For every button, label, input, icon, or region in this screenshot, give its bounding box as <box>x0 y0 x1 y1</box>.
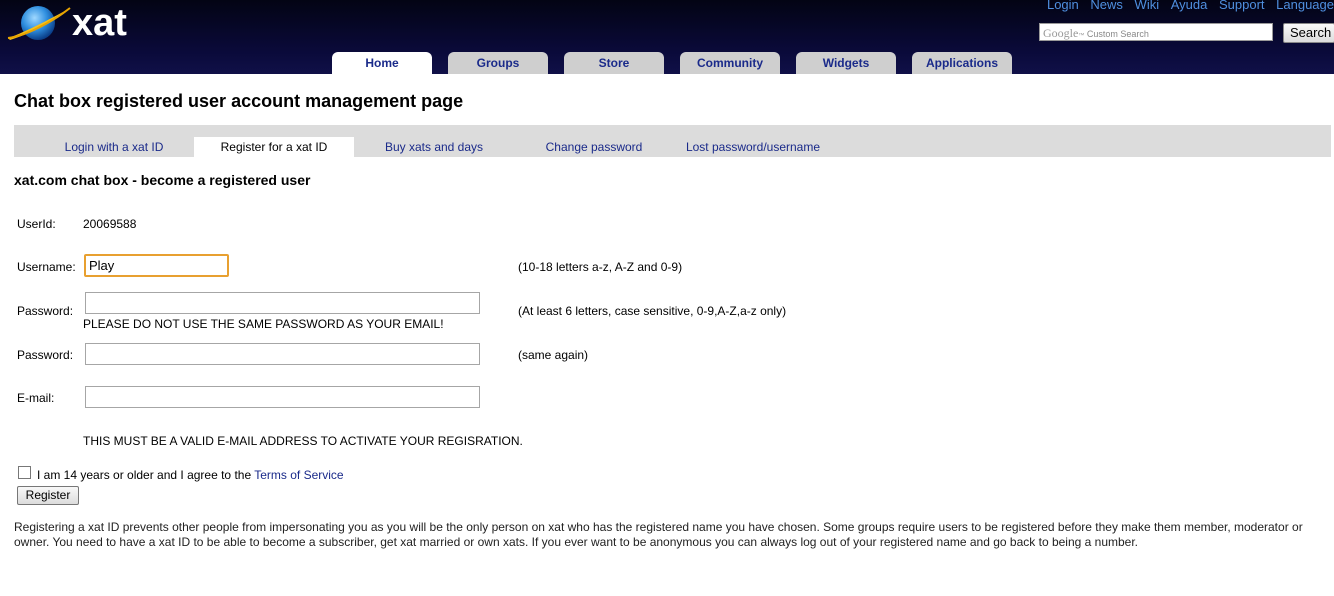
terms-of-service-link[interactable]: Terms of Service <box>254 468 343 482</box>
password-confirm-field[interactable] <box>85 343 480 365</box>
account-tabs-bar: Login with a xat ID Register for a xat I… <box>14 125 1331 157</box>
tab-home[interactable]: Home <box>332 52 432 74</box>
agree-checkbox[interactable] <box>18 466 31 479</box>
username-field[interactable] <box>84 254 229 277</box>
google-brand: Google <box>1043 26 1079 40</box>
userid-value: 20069588 <box>83 217 137 231</box>
news-link[interactable]: News <box>1090 0 1123 12</box>
password-confirm-label: Password: <box>17 348 74 362</box>
page-title: Chat box registered user account managem… <box>14 91 464 111</box>
top-links: Login News Wiki Ayuda Support Language <box>1039 0 1334 12</box>
email-field[interactable] <box>85 386 480 408</box>
username-hint: (10-18 letters a-z, A-Z and 0-9) <box>518 260 683 274</box>
site-header: xat Login News Wiki Ayuda Support Langua… <box>0 0 1334 74</box>
subtab-login[interactable]: Login with a xat ID <box>54 137 174 157</box>
info-paragraph: Registering a xat ID prevents other peop… <box>14 520 1303 549</box>
wiki-link[interactable]: Wiki <box>1135 0 1160 12</box>
agree-text: I am 14 years or older and I agree to th… <box>37 468 252 482</box>
search-input[interactable]: Google™ Custom Search <box>1039 23 1273 41</box>
section-title: xat.com chat box - become a registered u… <box>14 172 311 188</box>
userid-label: UserId: <box>17 217 56 231</box>
password-confirm-hint: (same again) <box>518 348 589 362</box>
tab-community[interactable]: Community <box>680 52 780 74</box>
password-field[interactable] <box>85 292 480 314</box>
search-button[interactable]: Search <box>1283 23 1334 43</box>
subtab-change-password[interactable]: Change password <box>534 137 654 157</box>
email-warning: THIS MUST BE A VALID E-MAIL ADDRESS TO A… <box>83 434 523 448</box>
language-link[interactable]: Language <box>1276 0 1334 12</box>
password-hint: (At least 6 letters, case sensitive, 0-9… <box>518 304 787 318</box>
email-label: E-mail: <box>17 391 55 405</box>
tab-groups[interactable]: Groups <box>448 52 548 74</box>
agree-text-row: I am 14 years or older and I agree to th… <box>37 468 344 482</box>
subtab-buy-xats[interactable]: Buy xats and days <box>374 137 494 157</box>
xat-logo-text[interactable]: xat <box>72 2 127 45</box>
search-placeholder: Custom Search <box>1086 29 1149 39</box>
tab-store[interactable]: Store <box>564 52 664 74</box>
subtab-lost-password[interactable]: Lost password/username <box>678 137 828 157</box>
tab-applications[interactable]: Applications <box>912 52 1012 74</box>
register-button[interactable]: Register <box>17 486 79 505</box>
tab-widgets[interactable]: Widgets <box>796 52 896 74</box>
ayuda-link[interactable]: Ayuda <box>1171 0 1208 12</box>
username-label: Username: <box>17 260 76 274</box>
support-link[interactable]: Support <box>1219 0 1265 12</box>
password-label: Password: <box>17 304 74 318</box>
login-link[interactable]: Login <box>1047 0 1079 12</box>
subtab-register[interactable]: Register for a xat ID <box>194 137 354 157</box>
password-warning: PLEASE DO NOT USE THE SAME PASSWORD AS Y… <box>83 317 444 331</box>
